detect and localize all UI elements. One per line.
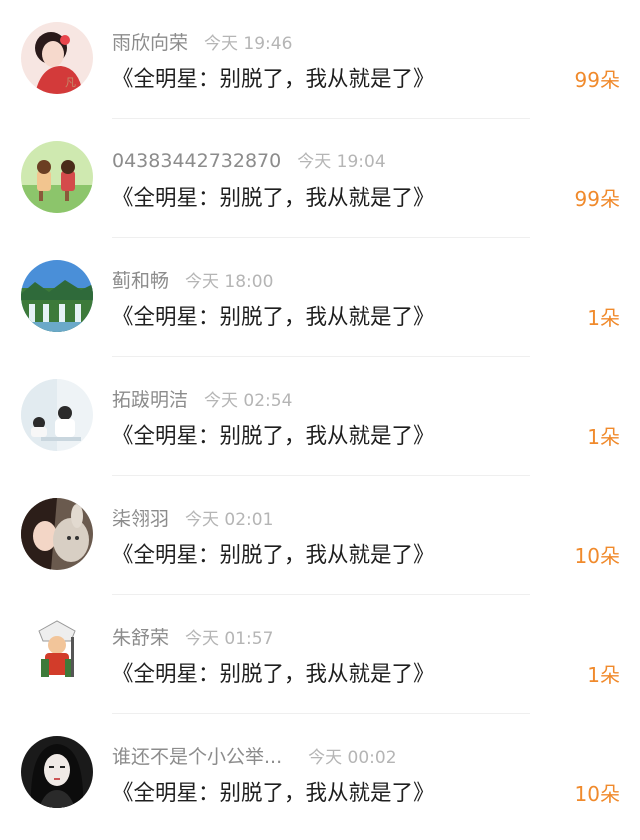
sender-name[interactable]: 谁还不是个小公举... 今天 00:02 xyxy=(112,742,397,769)
flower-count: 1朵 xyxy=(587,663,620,687)
message-text: 《全明星：别脱了，我从就是了》 xyxy=(112,781,435,806)
feed-item[interactable]: 谁还不是个小公举... 今天 00:02 《全明星：别脱了，我从就是了》 10朵 xyxy=(0,714,640,833)
sender-name-text: 柒翎羽 xyxy=(112,508,170,530)
sender-name-text: 04383442732870 xyxy=(112,150,282,172)
sender-name[interactable]: 雨欣向荣 今天 19:46 xyxy=(112,28,292,55)
avatar-girl-with-plush-icon[interactable] xyxy=(21,498,93,570)
flower-count: 1朵 xyxy=(587,425,620,449)
feed-item[interactable]: 04383442732870 今天 19:04 《全明星：别脱了，我从就是了》 9… xyxy=(0,119,640,238)
gift-feed-list: 凡 雨欣向荣 今天 19:46 《全明星：别脱了，我从就是了》 99朵 04383… xyxy=(0,0,640,840)
timestamp: 今天 00:02 xyxy=(308,748,397,768)
sender-name-text: 谁还不是个小公举... xyxy=(112,746,283,768)
sender-name-text: 朱舒荣 xyxy=(112,627,170,649)
sender-name[interactable]: 拓跋明洁 今天 02:54 xyxy=(112,385,292,412)
message-text: 《全明星：别脱了，我从就是了》 xyxy=(112,305,435,330)
timestamp: 今天 19:04 xyxy=(297,152,386,172)
avatar-waterfall-landscape-icon[interactable] xyxy=(21,260,93,332)
feed-item[interactable]: 柒翎羽 今天 02:01 《全明星：别脱了，我从就是了》 10朵 xyxy=(0,476,640,595)
flower-count: 10朵 xyxy=(574,544,620,568)
sender-name-text: 蓟和畅 xyxy=(112,270,170,292)
sender-name-text: 拓跋明洁 xyxy=(112,389,189,411)
sender-name-text: 雨欣向荣 xyxy=(112,32,189,54)
timestamp: 今天 01:57 xyxy=(185,629,274,649)
message-text: 《全明星：别脱了，我从就是了》 xyxy=(112,662,435,687)
feed-item[interactable]: 拓跋明洁 今天 02:54 《全明星：别脱了，我从就是了》 1朵 xyxy=(0,357,640,476)
message-text: 《全明星：别脱了，我从就是了》 xyxy=(112,186,435,211)
timestamp: 今天 02:54 xyxy=(204,391,293,411)
sender-name[interactable]: 朱舒荣 今天 01:57 xyxy=(112,623,273,650)
sender-name[interactable]: 04383442732870 今天 19:04 xyxy=(112,147,386,172)
message-text: 《全明星：别脱了，我从就是了》 xyxy=(112,67,435,92)
timestamp: 今天 18:00 xyxy=(185,272,274,292)
feed-item[interactable]: 凡 雨欣向荣 今天 19:46 《全明星：别脱了，我从就是了》 99朵 xyxy=(0,0,640,119)
avatar-cartoon-warrior-icon[interactable] xyxy=(21,617,93,689)
flower-count: 99朵 xyxy=(574,187,620,211)
flower-count: 1朵 xyxy=(587,306,620,330)
avatar-cartoon-children-icon[interactable] xyxy=(21,141,93,213)
message-text: 《全明星：别脱了，我从就是了》 xyxy=(112,424,435,449)
message-text: 《全明星：别脱了，我从就是了》 xyxy=(112,543,435,568)
flower-count: 10朵 xyxy=(574,782,620,806)
sender-name[interactable]: 蓟和畅 今天 18:00 xyxy=(112,266,273,293)
sender-name[interactable]: 柒翎羽 今天 02:01 xyxy=(112,504,273,531)
feed-item[interactable]: 朱舒荣 今天 01:57 《全明星：别脱了，我从就是了》 1朵 xyxy=(0,595,640,714)
avatar-anime-couple-icon[interactable] xyxy=(21,379,93,451)
avatar-portrait-woman-red-icon[interactable]: 凡 xyxy=(21,22,93,94)
flower-count: 99朵 xyxy=(574,68,620,92)
timestamp: 今天 02:01 xyxy=(185,510,274,530)
svg-text:凡: 凡 xyxy=(65,76,76,89)
feed-item[interactable]: 蓟和畅 今天 18:00 《全明星：别脱了，我从就是了》 1朵 xyxy=(0,238,640,357)
timestamp: 今天 19:46 xyxy=(204,34,293,54)
avatar-dark-hair-girl-icon[interactable] xyxy=(21,736,93,808)
